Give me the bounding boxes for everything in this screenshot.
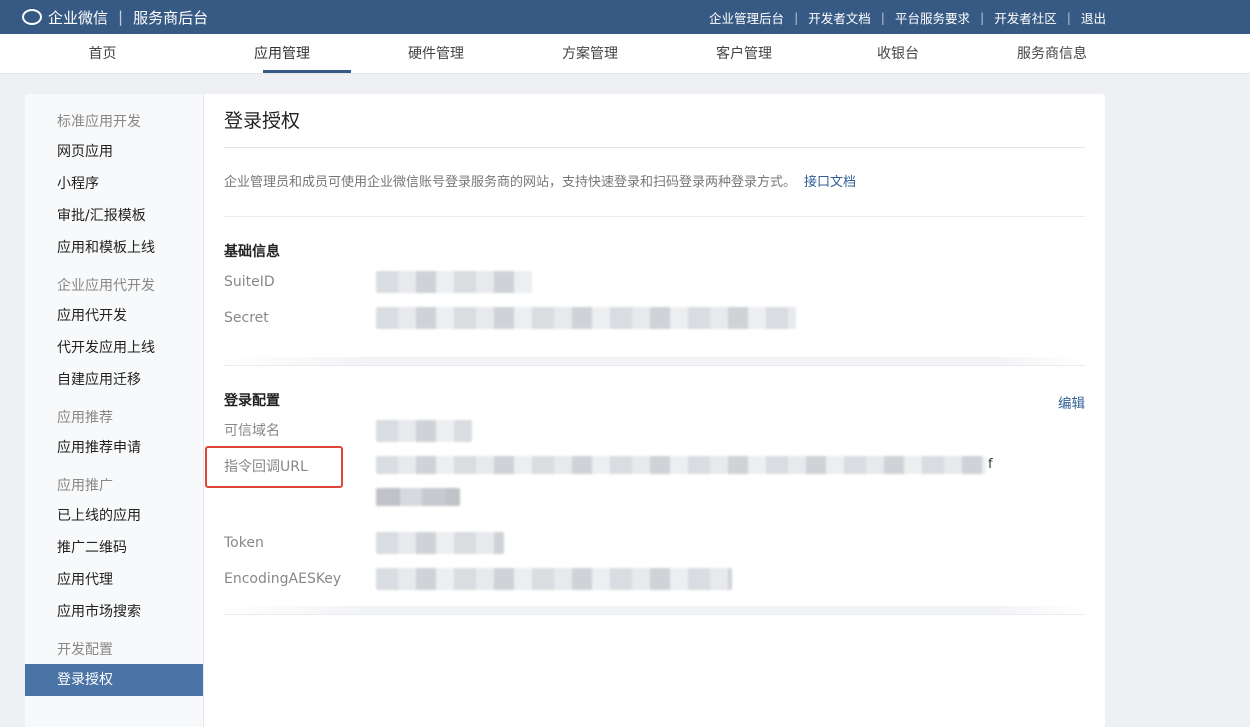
secret-label: Secret [224, 310, 269, 326]
api-doc-link[interactable]: 接口文档 [804, 175, 856, 190]
callback-url-value-redacted [376, 456, 986, 474]
sidebar-item-self-built-migration[interactable]: 自建应用迁移 [25, 364, 203, 396]
link-platform-requirements[interactable]: 平台服务要求 [895, 8, 970, 27]
field-row: EncodingAESKey [224, 568, 1085, 604]
tab-hardware[interactable]: 硬件管理 [359, 34, 513, 73]
page-title: 登录授权 [224, 94, 1085, 148]
top-bar: 企业微信 | 服务商后台 企业管理后台 | 开发者文档 | 平台服务要求 | 开… [0, 0, 1250, 34]
section-divider [224, 606, 1085, 614]
sidebar-item-login-auth[interactable]: 登录授权 [25, 664, 203, 696]
edit-button[interactable]: 编辑 [1058, 392, 1085, 412]
link-dev-community[interactable]: 开发者社区 [994, 8, 1057, 27]
sidebar-group-custom-dev: 企业应用代开发 [57, 278, 155, 294]
sidebar-item-app-agent[interactable]: 应用代理 [25, 564, 203, 596]
field-row: 可信域名 [224, 420, 1085, 456]
tab-customers[interactable]: 客户管理 [667, 34, 821, 73]
field-row: Secret [224, 307, 1085, 343]
description-text: 企业管理员和成员可使用企业微信账号登录服务商的网站，支持快速登录和扫码登录两种登… [224, 175, 797, 190]
tab-app-management[interactable]: 应用管理 [205, 34, 359, 73]
basic-info-section: 基础信息 SuiteID Secret [224, 217, 1085, 366]
brand-separator: | [118, 8, 124, 26]
brand[interactable]: 企业微信 | 服务商后台 [22, 7, 208, 28]
tab-provider-info[interactable]: 服务商信息 [975, 34, 1129, 73]
login-config-title: 登录配置 [224, 393, 280, 409]
aes-key-label: EncodingAESKey [224, 571, 342, 587]
sidebar-item-recommend-apply[interactable]: 应用推荐申请 [25, 432, 203, 464]
aes-key-value-redacted [376, 568, 732, 590]
sidebar-item-mini-program[interactable]: 小程序 [25, 168, 203, 200]
content-panel: 标准应用开发 网页应用 小程序 审批/汇报模板 应用和模板上线 企业应用代开发 … [25, 94, 1105, 727]
trusted-domain-label: 可信域名 [224, 423, 280, 439]
sidebar-item-app-release[interactable]: 应用和模板上线 [25, 232, 203, 264]
sidebar-item-web-app[interactable]: 网页应用 [25, 136, 203, 168]
link-admin-console[interactable]: 企业管理后台 [709, 8, 784, 27]
main-content: 登录授权 企业管理员和成员可使用企业微信账号登录服务商的网站，支持快速登录和扫码… [204, 94, 1105, 727]
sidebar-item-custom-release[interactable]: 代开发应用上线 [25, 332, 203, 364]
callback-url-value-line2-redacted [376, 488, 460, 506]
sidebar-group-standard: 标准应用开发 [57, 114, 141, 130]
page-description: 企业管理员和成员可使用企业微信账号登录服务商的网站，支持快速登录和扫码登录两种登… [224, 148, 1085, 217]
login-config-section: 登录配置 编辑 可信域名 指令回调URL f Token EncodingAES… [224, 366, 1085, 615]
link-logout[interactable]: 退出 [1081, 8, 1106, 27]
basic-info-title: 基础信息 [224, 244, 280, 260]
highlight-annotation-box [205, 446, 343, 488]
token-value-redacted [376, 532, 504, 554]
tab-solutions[interactable]: 方案管理 [513, 34, 667, 73]
sidebar-item-market-search[interactable]: 应用市场搜索 [25, 596, 203, 628]
tab-cashier[interactable]: 收银台 [821, 34, 975, 73]
token-label: Token [224, 535, 264, 551]
suiteid-value-redacted [376, 271, 532, 293]
field-row: Token [224, 532, 1085, 568]
sidebar-item-custom-dev[interactable]: 应用代开发 [25, 300, 203, 332]
brand-subtitle: 服务商后台 [133, 8, 209, 27]
tab-home[interactable]: 首页 [0, 34, 205, 73]
section-divider [224, 357, 1085, 365]
sidebar-item-online-apps[interactable]: 已上线的应用 [25, 500, 203, 532]
wecom-logo-icon [22, 9, 42, 25]
sidebar-group-recommend: 应用推荐 [57, 410, 113, 426]
sidebar-group-dev-config: 开发配置 [57, 642, 113, 658]
trusted-domain-value-redacted [376, 420, 472, 442]
suiteid-label: SuiteID [224, 274, 275, 290]
brand-name: 企业微信 [48, 8, 109, 27]
sidebar-group-promotion: 应用推广 [57, 478, 113, 494]
sidebar-item-approval-template[interactable]: 审批/汇报模板 [25, 200, 203, 232]
sidebar-item-qr-code[interactable]: 推广二维码 [25, 532, 203, 564]
link-dev-docs[interactable]: 开发者文档 [808, 8, 871, 27]
callback-url-tail: f [988, 457, 993, 472]
top-links: 企业管理后台 | 开发者文档 | 平台服务要求 | 开发者社区 | 退出 [709, 8, 1106, 27]
secret-value-redacted [376, 307, 796, 329]
field-row: 指令回调URL f [224, 456, 1085, 532]
field-row: SuiteID [224, 271, 1085, 307]
main-nav: 首页 应用管理 硬件管理 方案管理 客户管理 收银台 服务商信息 [0, 34, 1250, 74]
sidebar: 标准应用开发 网页应用 小程序 审批/汇报模板 应用和模板上线 企业应用代开发 … [25, 94, 204, 727]
